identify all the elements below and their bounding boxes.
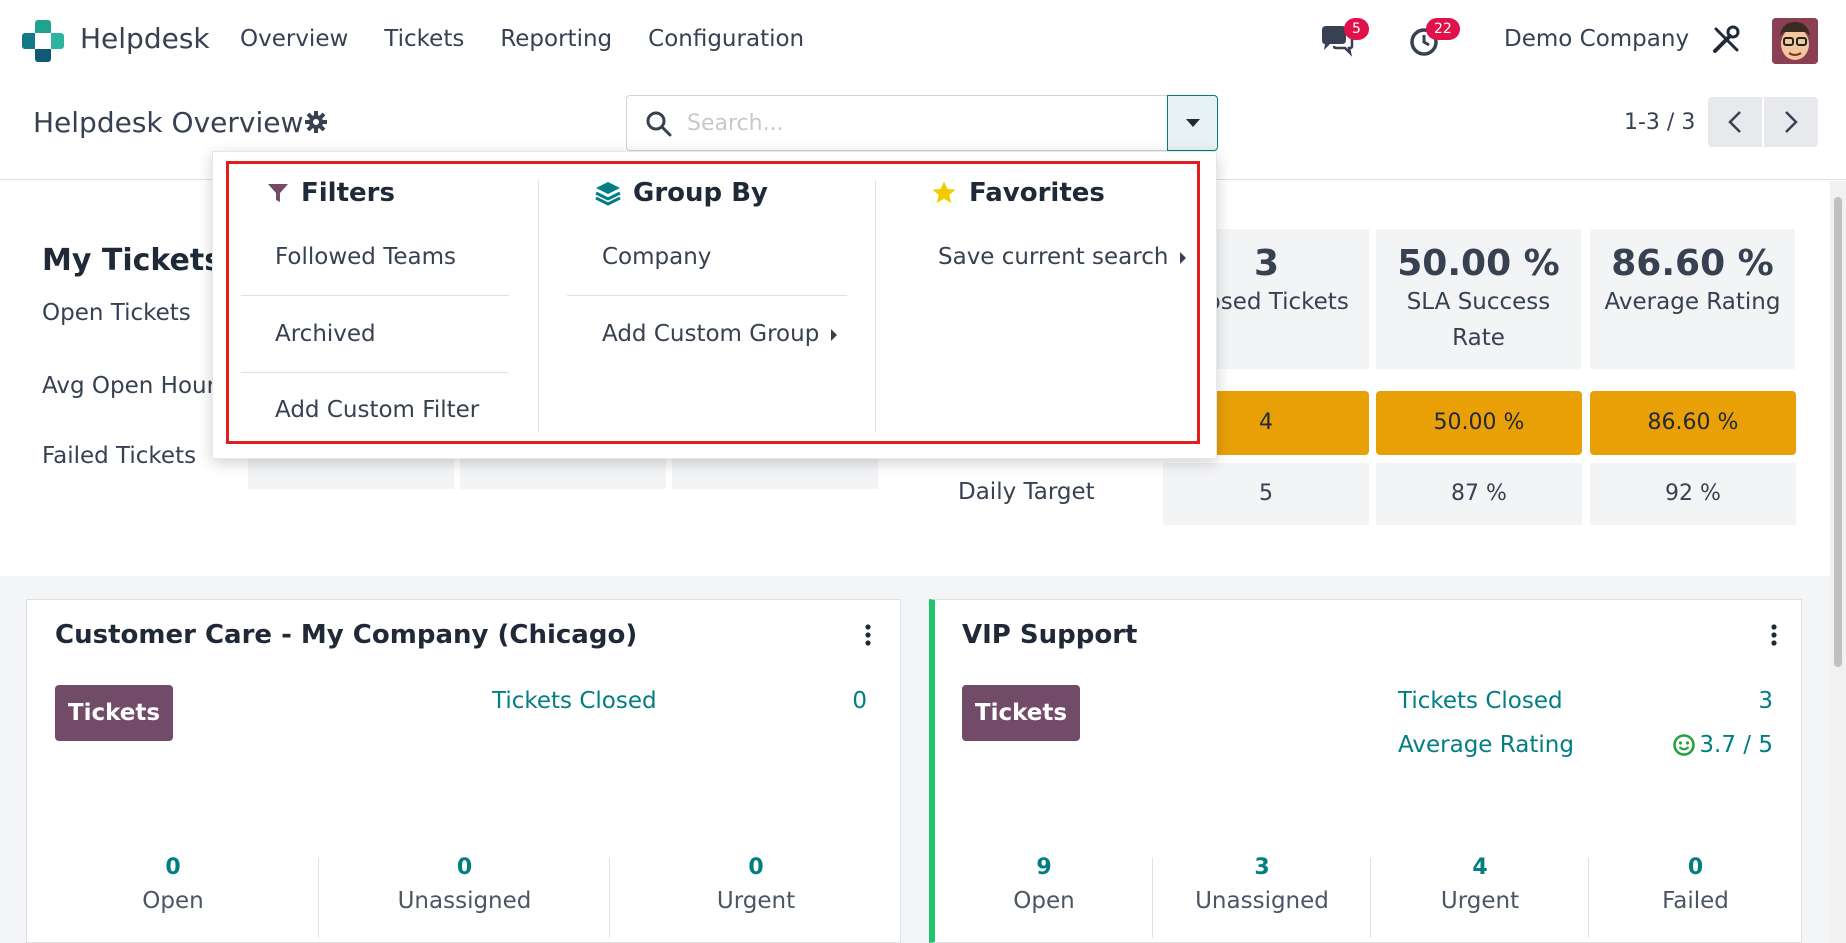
sla-success-actual[interactable]: 50.00 %	[1376, 391, 1582, 455]
failed-tickets-label: Failed Tickets	[42, 443, 197, 469]
company-switcher[interactable]: Demo Company	[1504, 26, 1689, 52]
search-options-toggle[interactable]	[1167, 95, 1218, 151]
my-tickets-title: My Tickets	[42, 243, 223, 278]
smiley-icon	[1673, 734, 1696, 756]
count-value: 0	[165, 855, 181, 880]
count-value: 9	[1036, 855, 1052, 880]
count-label: Urgent	[716, 888, 796, 914]
menu-overview[interactable]: Overview	[240, 26, 348, 52]
count-label: Urgent	[1440, 888, 1520, 914]
average-rating-value: 3.7 / 5	[1699, 732, 1773, 758]
kebab-menu-icon[interactable]	[1771, 624, 1777, 646]
count-label: Unassigned	[397, 888, 532, 914]
sla-success-stat[interactable]: 50.00 % SLA Success Rate	[1376, 229, 1581, 369]
daily-target-rating: 92 %	[1590, 463, 1796, 525]
count-label: Unassigned	[1195, 888, 1329, 914]
tickets-closed-value[interactable]: 0	[807, 688, 867, 714]
gear-icon[interactable]	[304, 110, 328, 134]
tickets-closed-value[interactable]: 3	[1695, 688, 1773, 714]
kebab-menu-icon[interactable]	[865, 624, 871, 646]
count-value: 0	[1687, 855, 1704, 880]
menu-configuration[interactable]: Configuration	[648, 26, 804, 52]
count-urgent[interactable]: 4 Urgent	[1371, 855, 1589, 914]
caret-down-icon	[1185, 119, 1200, 127]
tickets-button[interactable]: Tickets	[962, 685, 1080, 741]
activities-badge: 22	[1426, 18, 1460, 40]
average-rating-value-wrap[interactable]: 3.7 / 5	[1635, 732, 1773, 758]
count-open[interactable]: 9 Open	[935, 855, 1153, 914]
page-scrollbar[interactable]	[1830, 181, 1846, 943]
average-rating-value: 86.60 %	[1611, 243, 1774, 284]
daily-target-label: Daily Target	[958, 479, 1095, 505]
count-value: 4	[1472, 855, 1488, 880]
count-value: 0	[748, 855, 764, 880]
tickets-closed-link[interactable]: Tickets Closed	[1398, 688, 1563, 714]
scrollbar-thumb[interactable]	[1834, 197, 1842, 667]
count-value: 3	[1254, 855, 1270, 880]
sla-success-label: SLA Success Rate	[1406, 289, 1551, 351]
pager-next-button[interactable]	[1764, 97, 1818, 147]
main-menu: Overview Tickets Reporting Configuration	[240, 26, 804, 52]
count-label: Open	[142, 888, 204, 914]
search-icon	[646, 111, 672, 137]
count-value: 0	[456, 855, 473, 880]
annotation-highlight-frame	[226, 161, 1200, 444]
chevron-left-icon	[1728, 111, 1741, 133]
average-rating-label: Average Rating	[1604, 289, 1781, 315]
menu-reporting[interactable]: Reporting	[500, 26, 612, 52]
search-bar	[626, 95, 1168, 151]
team-card-vip-support: VIP Support Tickets Tickets Closed 3 Ave…	[929, 599, 1802, 943]
count-urgent[interactable]: 0 Urgent	[610, 855, 902, 914]
top-navbar: Helpdesk Overview Tickets Reporting Conf…	[0, 0, 1846, 80]
average-rating-link[interactable]: Average Rating	[1398, 732, 1574, 758]
daily-target-closed: 5	[1163, 463, 1369, 525]
count-unassigned[interactable]: 3 Unassigned	[1153, 855, 1371, 914]
tickets-button[interactable]: Tickets	[55, 685, 173, 741]
average-rating-actual[interactable]: 86.60 %	[1590, 391, 1796, 455]
chevron-right-icon	[1785, 111, 1798, 133]
count-label: Failed	[1662, 888, 1729, 914]
open-tickets-label: Open Tickets	[42, 300, 191, 326]
team-card-customer-care: Customer Care - My Company (Chicago) Tic…	[26, 599, 901, 943]
team-name: VIP Support	[962, 620, 1138, 650]
tools-icon[interactable]	[1710, 24, 1742, 56]
user-avatar[interactable]	[1772, 18, 1818, 64]
count-label: Open	[1013, 888, 1075, 914]
app-brand[interactable]: Helpdesk	[80, 22, 210, 55]
menu-tickets[interactable]: Tickets	[384, 26, 464, 52]
messages-badge: 5	[1344, 18, 1369, 40]
average-rating-stat[interactable]: 86.60 % Average Rating	[1590, 229, 1795, 369]
page-title: Helpdesk Overview	[33, 106, 304, 139]
team-name: Customer Care - My Company (Chicago)	[55, 620, 638, 650]
search-input[interactable]	[687, 104, 1147, 142]
count-unassigned[interactable]: 0 Unassigned	[319, 855, 610, 914]
tickets-closed-link[interactable]: Tickets Closed	[492, 688, 657, 714]
count-failed[interactable]: 0 Failed	[1589, 855, 1802, 914]
daily-target-sla: 87 %	[1376, 463, 1582, 525]
helpdesk-logo-icon[interactable]	[22, 20, 64, 62]
pager-value[interactable]: 1-3 / 3	[1624, 110, 1695, 135]
pager-previous-button[interactable]	[1708, 97, 1762, 147]
count-open[interactable]: 0 Open	[27, 855, 319, 914]
avg-open-hours-label: Avg Open Hours	[42, 373, 229, 399]
sla-success-value: 50.00 %	[1397, 243, 1560, 284]
